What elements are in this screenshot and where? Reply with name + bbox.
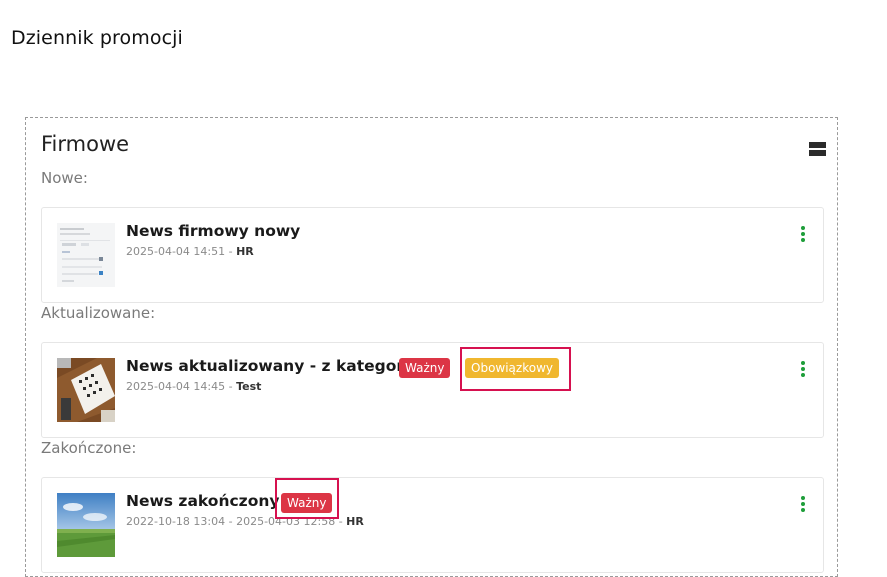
news-title[interactable]: News aktualizowany - z kategorią bbox=[126, 357, 420, 375]
news-card[interactable]: News zakończony 2022-10-18 13:04 - 2025-… bbox=[41, 477, 824, 573]
badge-important: Ważny bbox=[399, 358, 451, 378]
news-date: 2025-04-04 14:45 - bbox=[126, 380, 237, 393]
kebab-menu-icon[interactable] bbox=[799, 361, 807, 381]
kebab-menu-icon[interactable] bbox=[799, 496, 807, 516]
panel-title: Firmowe bbox=[41, 132, 130, 156]
section-label-new: Nowe: bbox=[41, 169, 88, 187]
news-meta: 2025-04-04 14:45 - Test bbox=[126, 380, 261, 393]
section-label-finished: Zakończone: bbox=[41, 439, 137, 457]
news-author: Test bbox=[236, 380, 262, 393]
news-thumbnail-icon bbox=[57, 493, 115, 557]
news-card[interactable]: News firmowy nowy 2025-04-04 14:51 - HR bbox=[41, 207, 824, 303]
section-label-updated: Aktualizowane: bbox=[41, 304, 156, 322]
news-title[interactable]: News firmowy nowy bbox=[126, 222, 300, 240]
kebab-menu-icon[interactable] bbox=[799, 226, 807, 246]
collapse-rows-icon[interactable] bbox=[809, 142, 826, 158]
badge-important: Ważny bbox=[281, 493, 333, 513]
news-meta: 2025-04-04 14:51 - HR bbox=[126, 245, 254, 258]
page-title: Dziennik promocji bbox=[11, 27, 183, 49]
news-author: HR bbox=[236, 245, 254, 258]
news-thumbnail-icon bbox=[57, 223, 115, 287]
news-thumbnail-icon bbox=[57, 358, 115, 422]
badge-mandatory: Obowiązkowy bbox=[465, 358, 559, 378]
promotions-panel: Firmowe Nowe: News firmowy nowy 2025-04-… bbox=[25, 117, 838, 577]
news-author: HR bbox=[346, 515, 364, 528]
news-card[interactable]: News aktualizowany - z kategorią 2025-04… bbox=[41, 342, 824, 438]
news-date: 2025-04-04 14:51 - bbox=[126, 245, 237, 258]
news-title[interactable]: News zakończony bbox=[126, 492, 279, 510]
